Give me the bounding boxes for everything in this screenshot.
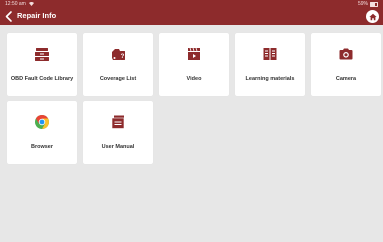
- tile-label: Learning materials: [245, 76, 295, 82]
- home-button[interactable]: [366, 10, 379, 23]
- tile-obd-fault-code-library[interactable]: OBD Fault Code Library: [7, 33, 77, 96]
- page-title: Repair Info: [17, 11, 57, 20]
- battery-icon: [370, 1, 378, 7]
- tile-label: User Manual: [101, 144, 135, 150]
- tile-label: Coverage List: [99, 76, 137, 82]
- chevron-left-icon: [5, 11, 12, 22]
- app-header: 12:50 am 59% Repair Info: [0, 0, 383, 25]
- tile-video[interactable]: Video: [159, 33, 229, 96]
- tile-camera[interactable]: Camera: [311, 33, 381, 96]
- tile-label: Camera: [335, 76, 357, 82]
- home-icon: [368, 13, 377, 20]
- tile-label: Video: [186, 76, 202, 82]
- status-time: 12:50 am: [5, 1, 26, 7]
- clapperboard-icon: [188, 47, 200, 60]
- tile-label: Browser: [30, 144, 53, 150]
- nav-bar: Repair Info: [0, 8, 383, 25]
- tile-browser[interactable]: Browser: [7, 101, 77, 164]
- svg-text:?: ?: [121, 54, 125, 60]
- tile-label: OBD Fault Code Library: [10, 76, 74, 82]
- tile-learning-materials[interactable]: Learning materials: [235, 33, 305, 96]
- battery-percent: 59%: [357, 1, 368, 7]
- wifi-icon: [28, 2, 34, 6]
- book-icon: [263, 48, 277, 60]
- drawer-icon: [35, 48, 49, 61]
- chrome-icon: [35, 115, 49, 129]
- tile-coverage-list[interactable]: ? Coverage List: [83, 33, 153, 96]
- manual-icon: [111, 115, 125, 129]
- tile-user-manual[interactable]: User Manual: [83, 101, 153, 164]
- back-button[interactable]: [3, 10, 15, 23]
- camera-icon: [339, 48, 353, 60]
- car-question-icon: ?: [112, 49, 125, 60]
- status-bar: 12:50 am 59%: [0, 0, 383, 8]
